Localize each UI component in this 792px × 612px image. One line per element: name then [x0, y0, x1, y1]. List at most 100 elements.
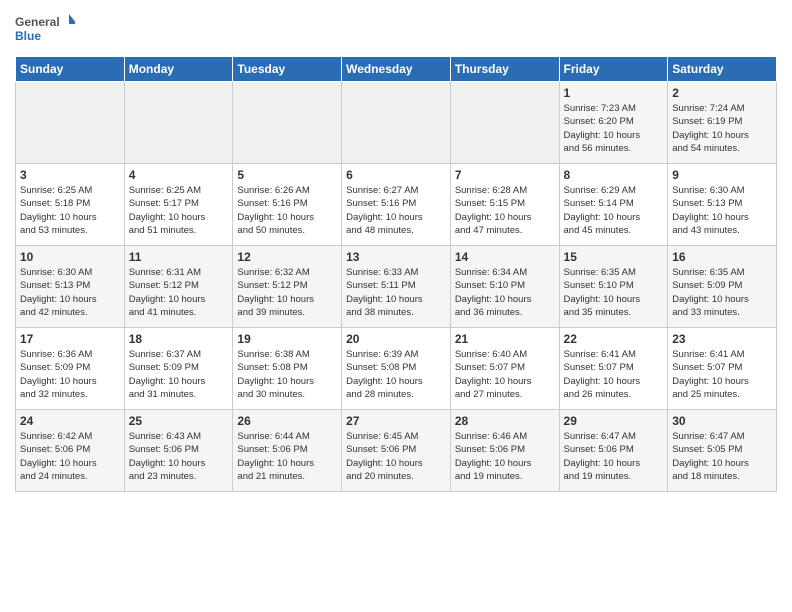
- day-number: 11: [129, 250, 229, 264]
- day-number: 14: [455, 250, 555, 264]
- calendar-cell: 27 Sunrise: 6:45 AM Sunset: 5:06 PM Dayli…: [342, 410, 451, 492]
- day-number: 5: [237, 168, 337, 182]
- calendar-cell: [342, 82, 451, 164]
- calendar-cell: 10 Sunrise: 6:30 AM Sunset: 5:13 PM Dayli…: [16, 246, 125, 328]
- day-number: 6: [346, 168, 446, 182]
- calendar-cell: 22Sunrise: 6:41 AM Sunset: 5:07 PM Dayli…: [559, 328, 668, 410]
- calendar-cell: 3 Sunrise: 6:25 AM Sunset: 5:18 PM Daylig…: [16, 164, 125, 246]
- calendar-week-row: 1Sunrise: 7:23 AM Sunset: 6:20 PM Daylig…: [16, 82, 777, 164]
- calendar-cell: 24 Sunrise: 6:42 AM Sunset: 5:06 PM Dayli…: [16, 410, 125, 492]
- day-number: 27: [346, 414, 446, 428]
- day-number: 2: [672, 86, 772, 100]
- calendar-cell: 19Sunrise: 6:38 AM Sunset: 5:08 PM Dayli…: [233, 328, 342, 410]
- day-info: Sunrise: 6:27 AM Sunset: 5:16 PM Dayligh…: [346, 184, 446, 237]
- day-info: Sunrise: 6:35 AM Sunset: 5:09 PM Dayligh…: [672, 266, 772, 319]
- calendar-cell: 12 Sunrise: 6:32 AM Sunset: 5:12 PM Dayli…: [233, 246, 342, 328]
- calendar-cell: [450, 82, 559, 164]
- day-info: Sunrise: 6:43 AM Sunset: 5:06 PM Dayligh…: [129, 430, 229, 483]
- day-info: Sunrise: 6:41 AM Sunset: 5:07 PM Dayligh…: [672, 348, 772, 401]
- calendar-cell: 14 Sunrise: 6:34 AM Sunset: 5:10 PM Dayli…: [450, 246, 559, 328]
- calendar-cell: 11 Sunrise: 6:31 AM Sunset: 5:12 PM Dayli…: [124, 246, 233, 328]
- calendar-cell: [233, 82, 342, 164]
- day-info: Sunrise: 6:26 AM Sunset: 5:16 PM Dayligh…: [237, 184, 337, 237]
- day-number: 12: [237, 250, 337, 264]
- day-number: 15: [564, 250, 664, 264]
- day-info: Sunrise: 7:23 AM Sunset: 6:20 PM Dayligh…: [564, 102, 664, 155]
- day-info: Sunrise: 6:45 AM Sunset: 5:06 PM Dayligh…: [346, 430, 446, 483]
- day-info: Sunrise: 6:46 AM Sunset: 5:06 PM Dayligh…: [455, 430, 555, 483]
- day-info: Sunrise: 6:28 AM Sunset: 5:15 PM Dayligh…: [455, 184, 555, 237]
- day-number: 28: [455, 414, 555, 428]
- svg-text:General: General: [15, 15, 60, 29]
- weekday-header: Friday: [559, 57, 668, 82]
- day-info: Sunrise: 6:32 AM Sunset: 5:12 PM Dayligh…: [237, 266, 337, 319]
- calendar-cell: 26Sunrise: 6:44 AM Sunset: 5:06 PM Dayli…: [233, 410, 342, 492]
- calendar-header-row: SundayMondayTuesdayWednesdayThursdayFrid…: [16, 57, 777, 82]
- day-number: 16: [672, 250, 772, 264]
- day-info: Sunrise: 6:36 AM Sunset: 5:09 PM Dayligh…: [20, 348, 120, 401]
- calendar-cell: 25 Sunrise: 6:43 AM Sunset: 5:06 PM Dayli…: [124, 410, 233, 492]
- day-number: 20: [346, 332, 446, 346]
- day-number: 25: [129, 414, 229, 428]
- day-number: 29: [564, 414, 664, 428]
- day-info: Sunrise: 6:25 AM Sunset: 5:17 PM Dayligh…: [129, 184, 229, 237]
- calendar-cell: 15 Sunrise: 6:35 AM Sunset: 5:10 PM Dayli…: [559, 246, 668, 328]
- calendar-week-row: 10 Sunrise: 6:30 AM Sunset: 5:13 PM Dayli…: [16, 246, 777, 328]
- day-number: 18: [129, 332, 229, 346]
- day-number: 13: [346, 250, 446, 264]
- day-number: 17: [20, 332, 120, 346]
- calendar-cell: 2Sunrise: 7:24 AM Sunset: 6:19 PM Daylig…: [668, 82, 777, 164]
- day-info: Sunrise: 6:33 AM Sunset: 5:11 PM Dayligh…: [346, 266, 446, 319]
- day-number: 3: [20, 168, 120, 182]
- day-info: Sunrise: 6:47 AM Sunset: 5:06 PM Dayligh…: [564, 430, 664, 483]
- day-info: Sunrise: 6:25 AM Sunset: 5:18 PM Dayligh…: [20, 184, 120, 237]
- calendar-week-row: 24 Sunrise: 6:42 AM Sunset: 5:06 PM Dayli…: [16, 410, 777, 492]
- day-number: 23: [672, 332, 772, 346]
- calendar-week-row: 17 Sunrise: 6:36 AM Sunset: 5:09 PM Dayli…: [16, 328, 777, 410]
- day-number: 10: [20, 250, 120, 264]
- calendar-cell: 28 Sunrise: 6:46 AM Sunset: 5:06 PM Dayli…: [450, 410, 559, 492]
- day-info: Sunrise: 6:47 AM Sunset: 5:05 PM Dayligh…: [672, 430, 772, 483]
- calendar-cell: 30 Sunrise: 6:47 AM Sunset: 5:05 PM Dayli…: [668, 410, 777, 492]
- day-info: Sunrise: 6:39 AM Sunset: 5:08 PM Dayligh…: [346, 348, 446, 401]
- logo-svg: General Blue: [15, 10, 75, 50]
- day-info: Sunrise: 6:31 AM Sunset: 5:12 PM Dayligh…: [129, 266, 229, 319]
- day-number: 21: [455, 332, 555, 346]
- day-number: 24: [20, 414, 120, 428]
- calendar-cell: 8 Sunrise: 6:29 AM Sunset: 5:14 PM Daylig…: [559, 164, 668, 246]
- day-info: Sunrise: 6:34 AM Sunset: 5:10 PM Dayligh…: [455, 266, 555, 319]
- calendar-week-row: 3 Sunrise: 6:25 AM Sunset: 5:18 PM Daylig…: [16, 164, 777, 246]
- day-info: Sunrise: 6:42 AM Sunset: 5:06 PM Dayligh…: [20, 430, 120, 483]
- day-number: 22: [564, 332, 664, 346]
- calendar-cell: 9Sunrise: 6:30 AM Sunset: 5:13 PM Daylig…: [668, 164, 777, 246]
- weekday-header: Sunday: [16, 57, 125, 82]
- calendar-cell: 7 Sunrise: 6:28 AM Sunset: 5:15 PM Daylig…: [450, 164, 559, 246]
- calendar-cell: 16 Sunrise: 6:35 AM Sunset: 5:09 PM Dayli…: [668, 246, 777, 328]
- calendar-cell: [124, 82, 233, 164]
- calendar-cell: 17 Sunrise: 6:36 AM Sunset: 5:09 PM Dayli…: [16, 328, 125, 410]
- day-info: Sunrise: 6:35 AM Sunset: 5:10 PM Dayligh…: [564, 266, 664, 319]
- weekday-header: Saturday: [668, 57, 777, 82]
- day-info: Sunrise: 6:30 AM Sunset: 5:13 PM Dayligh…: [20, 266, 120, 319]
- day-number: 9: [672, 168, 772, 182]
- weekday-header: Wednesday: [342, 57, 451, 82]
- page-header: General Blue: [15, 10, 777, 50]
- calendar-cell: 29 Sunrise: 6:47 AM Sunset: 5:06 PM Dayli…: [559, 410, 668, 492]
- calendar-cell: [16, 82, 125, 164]
- calendar-cell: 20 Sunrise: 6:39 AM Sunset: 5:08 PM Dayli…: [342, 328, 451, 410]
- weekday-header: Thursday: [450, 57, 559, 82]
- day-number: 30: [672, 414, 772, 428]
- day-info: Sunrise: 6:40 AM Sunset: 5:07 PM Dayligh…: [455, 348, 555, 401]
- calendar-cell: 21 Sunrise: 6:40 AM Sunset: 5:07 PM Dayli…: [450, 328, 559, 410]
- day-number: 7: [455, 168, 555, 182]
- calendar-cell: 13 Sunrise: 6:33 AM Sunset: 5:11 PM Dayli…: [342, 246, 451, 328]
- day-number: 8: [564, 168, 664, 182]
- svg-text:Blue: Blue: [15, 29, 41, 43]
- calendar-cell: 23 Sunrise: 6:41 AM Sunset: 5:07 PM Dayli…: [668, 328, 777, 410]
- weekday-header: Tuesday: [233, 57, 342, 82]
- logo: General Blue: [15, 10, 75, 50]
- calendar-table: SundayMondayTuesdayWednesdayThursdayFrid…: [15, 56, 777, 492]
- calendar-cell: 1Sunrise: 7:23 AM Sunset: 6:20 PM Daylig…: [559, 82, 668, 164]
- day-info: Sunrise: 6:29 AM Sunset: 5:14 PM Dayligh…: [564, 184, 664, 237]
- day-number: 26: [237, 414, 337, 428]
